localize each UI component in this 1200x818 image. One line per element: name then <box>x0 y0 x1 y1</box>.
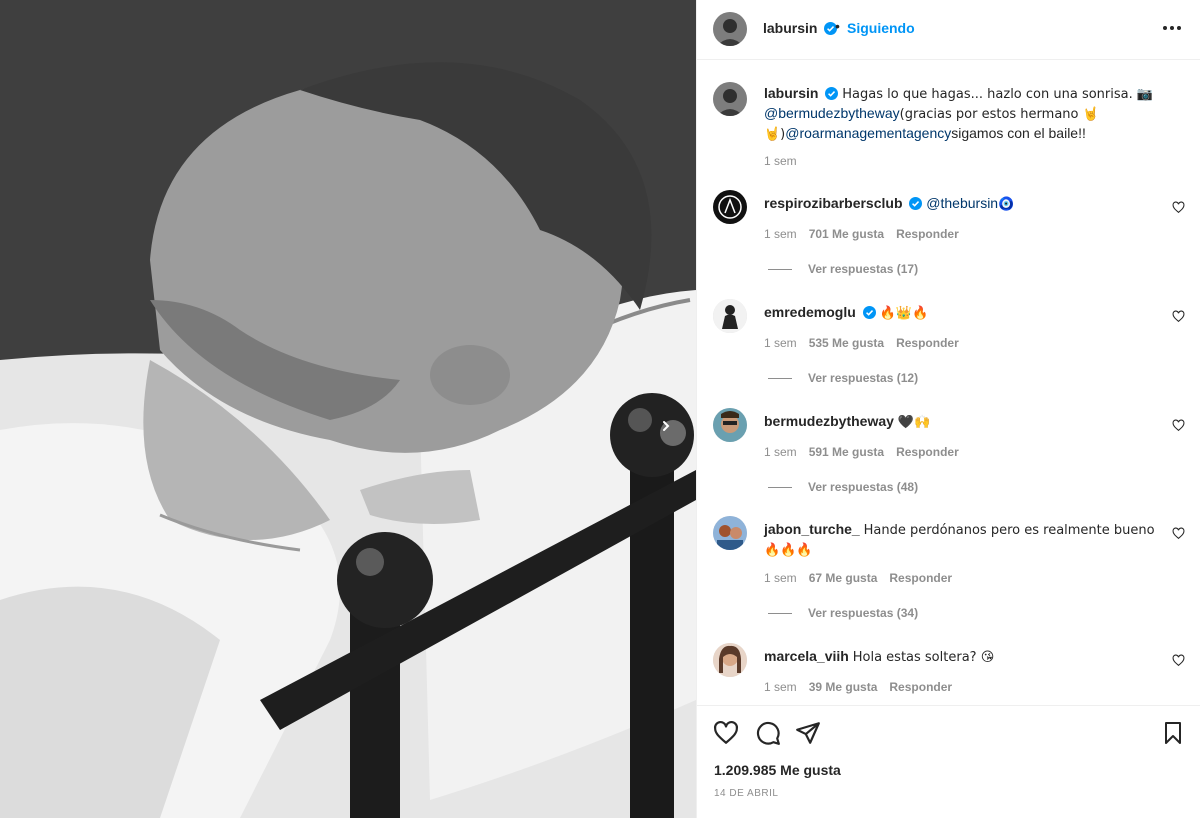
comment-meta: 1 sem 591 Me gusta Responder <box>764 445 959 459</box>
comment-time[interactable]: 1 sem <box>764 336 797 350</box>
comment-username[interactable]: respirozibarbersclub <box>764 195 903 211</box>
post-photo <box>0 0 696 818</box>
comment-likes[interactable]: 701 Me gusta <box>809 227 884 241</box>
bookmark-icon[interactable] <box>1161 720 1185 746</box>
caption-part-1: Hagas lo que hagas... hazlo con una sonr… <box>842 87 1154 102</box>
reply-button[interactable]: Responder <box>889 571 952 585</box>
heart-icon[interactable] <box>1172 654 1185 667</box>
post-side-panel: labursin • Siguiendo labursin Hagas lo q… <box>696 0 1200 818</box>
caption-username[interactable]: labursin <box>764 85 818 101</box>
comment-text: bermudezbytheway 🖤🙌 <box>764 412 1159 432</box>
comment-time[interactable]: 1 sem <box>764 571 797 585</box>
comment-username[interactable]: emredemoglu <box>764 304 856 320</box>
heart-icon[interactable] <box>1172 419 1185 432</box>
caption-mention-2[interactable]: @roarmanagementagency <box>785 125 951 141</box>
share-icon[interactable] <box>795 720 821 746</box>
view-replies-button[interactable]: Ver respuestas (12) <box>768 371 918 385</box>
comment-username[interactable]: bermudezbytheway <box>764 413 894 429</box>
comment-mention[interactable]: @thebursin <box>926 195 998 211</box>
comment-time[interactable]: 1 sem <box>764 227 797 241</box>
chevron-right-icon <box>663 421 670 431</box>
commenter-avatar[interactable] <box>713 190 747 224</box>
view-replies-button[interactable]: Ver respuestas (48) <box>768 480 918 494</box>
comment-text: respirozibarbersclub @thebursin🧿 <box>764 194 1159 214</box>
more-options-icon[interactable] <box>1163 26 1181 30</box>
comment-meta: 1 sem 535 Me gusta Responder <box>764 336 959 350</box>
caption-text: labursin Hagas lo que hagas... hazlo con… <box>764 84 1164 144</box>
comment-body: 🧿 <box>998 197 1015 212</box>
verified-badge-icon <box>862 306 876 319</box>
heart-icon[interactable] <box>1172 310 1185 323</box>
verified-badge-icon <box>909 197 923 210</box>
comment-text: marcela_viih Hola estas soltera? 😘 <box>764 647 1159 667</box>
photo-illustration <box>0 0 696 818</box>
comment-time[interactable]: 1 sem <box>764 680 797 694</box>
comment-time[interactable]: 1 sem <box>764 445 797 459</box>
caption-time[interactable]: 1 sem <box>764 154 797 168</box>
caption-part-3: sigamos con el baile!! <box>951 125 1086 141</box>
comment-likes[interactable]: 67 Me gusta <box>809 571 878 585</box>
comment-meta: 1 sem 701 Me gusta Responder <box>764 227 959 241</box>
comment-likes[interactable]: 535 Me gusta <box>809 336 884 350</box>
comment-username[interactable]: marcela_viih <box>764 648 849 664</box>
comment-meta: 1 sem 67 Me gusta Responder <box>764 571 952 585</box>
heart-icon[interactable] <box>1172 527 1185 540</box>
commenter-avatar[interactable] <box>713 408 747 442</box>
post-date[interactable]: 14 de abril <box>714 788 778 799</box>
reply-button[interactable]: Responder <box>896 336 959 350</box>
heart-icon[interactable] <box>1172 201 1185 214</box>
reply-button[interactable]: Responder <box>896 227 959 241</box>
comment-body: 🖤🙌 <box>897 415 931 430</box>
caption-avatar[interactable] <box>713 82 747 116</box>
comment-body: Hola estas soltera? 😘 <box>852 650 995 665</box>
verified-badge-icon <box>825 87 839 100</box>
reply-button[interactable]: Responder <box>896 445 959 459</box>
comment-username[interactable]: jabon_turche_ <box>764 521 860 537</box>
comment-likes[interactable]: 591 Me gusta <box>809 445 884 459</box>
heart-icon[interactable] <box>713 720 739 746</box>
post-action-bar: 1.209.985 Me gusta 14 de abril <box>697 705 1200 818</box>
comment-meta: 1 sem 39 Me gusta Responder <box>764 680 952 694</box>
caption-mention-1[interactable]: @bermudezbytheway <box>764 105 900 121</box>
view-replies-button[interactable]: Ver respuestas (34) <box>768 606 918 620</box>
post-header: labursin • Siguiendo <box>697 0 1200 60</box>
comment-icon[interactable] <box>755 720 781 746</box>
comment-likes[interactable]: 39 Me gusta <box>809 680 878 694</box>
commenter-avatar[interactable] <box>713 299 747 333</box>
comment-body: 🔥👑🔥 <box>879 306 929 321</box>
comment-text: emredemoglu 🔥👑🔥 <box>764 303 1159 323</box>
commenter-avatar[interactable] <box>713 643 747 677</box>
next-image-button[interactable] <box>660 420 686 446</box>
author-username[interactable]: labursin <box>763 20 838 36</box>
reply-button[interactable]: Responder <box>889 680 952 694</box>
likes-count[interactable]: 1.209.985 Me gusta <box>714 762 841 778</box>
commenter-avatar[interactable] <box>713 516 747 550</box>
header-separator: • <box>835 18 840 34</box>
view-replies-button[interactable]: Ver respuestas (17) <box>768 262 918 276</box>
comment-text: jabon_turche_ Hande perdónanos pero es r… <box>764 520 1159 560</box>
following-button[interactable]: Siguiendo <box>847 20 915 36</box>
author-avatar[interactable] <box>713 12 747 46</box>
